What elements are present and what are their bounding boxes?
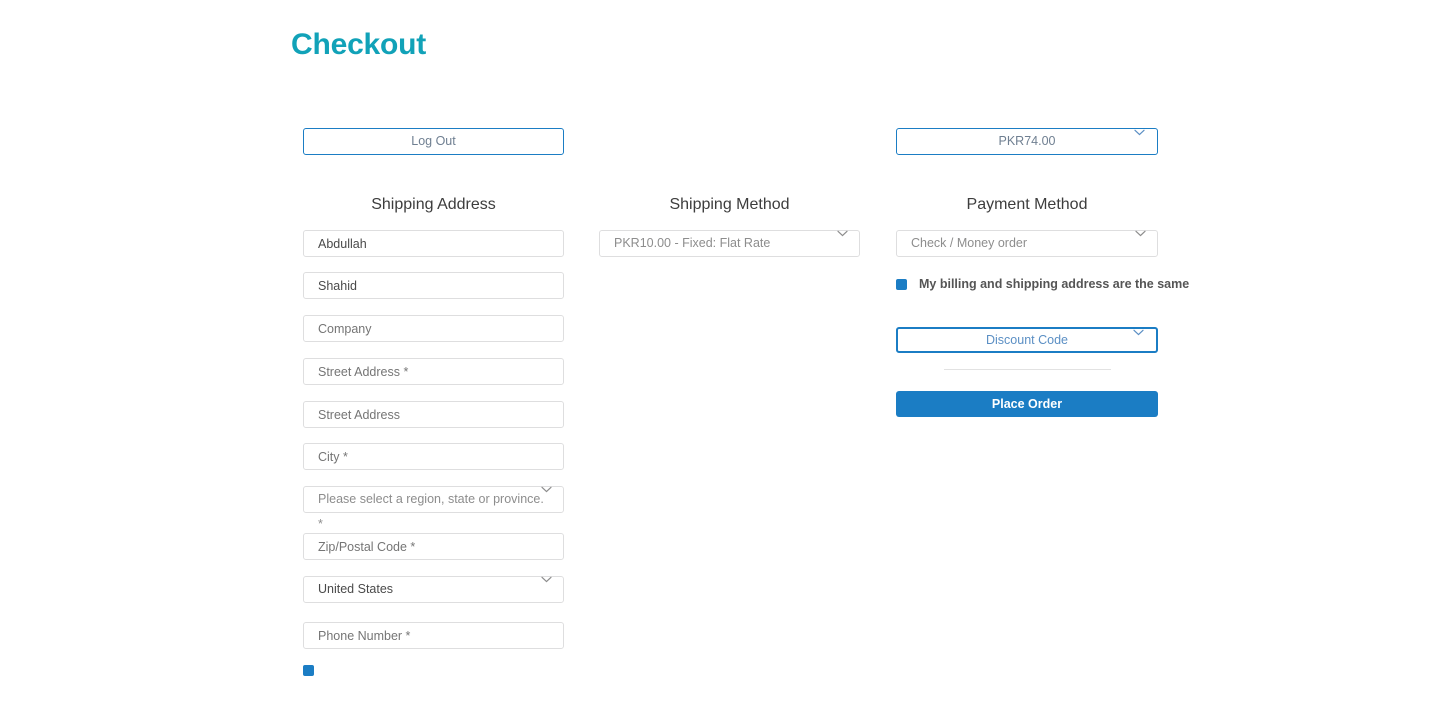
street-address-1-input[interactable] [303, 358, 564, 385]
region-select-wrapper: Please select a region, state or provinc… [303, 486, 564, 531]
log-out-button[interactable]: Log Out [303, 128, 564, 155]
cart-total-label: PKR74.00 [998, 134, 1056, 148]
page-title: Checkout [291, 28, 427, 61]
shipping-method-select-wrapper: PKR10.00 - Fixed: Flat Rate [599, 230, 860, 257]
payment-method-select[interactable]: Check / Money order [896, 230, 1158, 257]
street-address-2-input[interactable] [303, 401, 564, 428]
billing-same-checkbox[interactable] [896, 278, 907, 290]
payment-method-heading: Payment Method [966, 196, 1088, 213]
cart-total-dropdown[interactable]: PKR74.00 [896, 128, 1158, 155]
region-select[interactable]: Please select a region, state or provinc… [303, 486, 564, 531]
shipping-address-heading: Shipping Address [371, 196, 496, 213]
section-divider [944, 369, 1111, 370]
country-select-wrapper: United States [303, 576, 564, 603]
payment-method-select-wrapper: Check / Money order [896, 230, 1158, 257]
city-input[interactable] [303, 443, 564, 470]
phone-number-input[interactable] [303, 622, 564, 649]
country-select[interactable]: United States [303, 576, 564, 603]
place-order-button[interactable]: Place Order [896, 391, 1158, 417]
chevron-down-icon [1134, 129, 1145, 136]
shipping-method-select[interactable]: PKR10.00 - Fixed: Flat Rate [599, 230, 860, 257]
shipping-address-save-checkbox-row [303, 665, 326, 676]
shipping-address-save-checkbox[interactable] [303, 665, 314, 676]
first-name-input[interactable] [303, 230, 564, 257]
billing-same-checkbox-row: My billing and shipping address are the … [896, 276, 1189, 292]
chevron-down-icon [1133, 329, 1144, 336]
last-name-input[interactable] [303, 272, 564, 299]
checkout-page: Checkout Log Out PKR74.00 Shipping Addre… [0, 0, 1432, 703]
billing-same-label: My billing and shipping address are the … [919, 277, 1190, 291]
discount-code-button[interactable]: Discount Code [896, 327, 1158, 353]
company-input[interactable] [303, 315, 564, 342]
zip-postal-code-input[interactable] [303, 533, 564, 560]
discount-code-label: Discount Code [986, 333, 1068, 347]
shipping-method-heading: Shipping Method [669, 196, 790, 213]
